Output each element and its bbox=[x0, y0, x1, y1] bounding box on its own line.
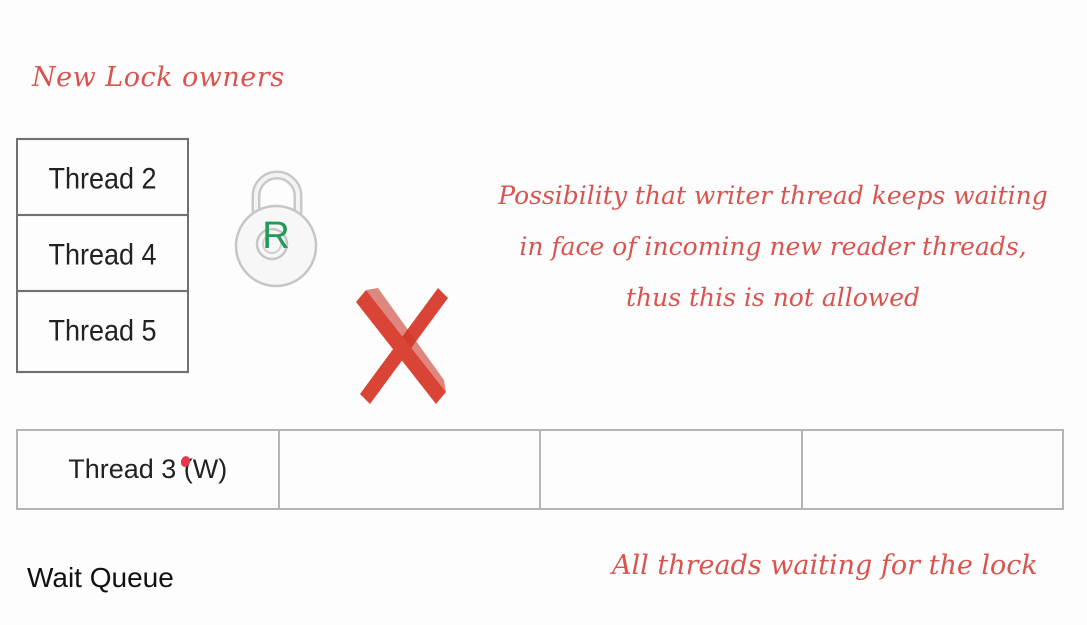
queue-slot bbox=[539, 431, 801, 508]
owner-thread-box: Thread 4 bbox=[16, 213, 189, 298]
wait-queue-label: Wait Queue bbox=[27, 562, 174, 593]
queue-slot bbox=[277, 431, 540, 508]
all-threads-waiting-caption: All threads waiting for the lock bbox=[612, 550, 1038, 581]
wait-queue: Thread 3 (W) bbox=[16, 429, 1064, 510]
cross-icon bbox=[356, 288, 448, 404]
writer-starvation-note: Possibility that writer thread keeps wai… bbox=[498, 181, 1048, 312]
owner-thread-box: Thread 5 bbox=[16, 289, 189, 374]
queue-slot-label: Thread 3 (W) bbox=[68, 454, 228, 484]
lock-mode-letter: R bbox=[262, 215, 289, 257]
new-lock-owners-title: New Lock owners bbox=[32, 62, 285, 93]
queue-slot bbox=[800, 431, 1063, 508]
lock-owners-stack: Thread 2 Thread 4 Thread 5 bbox=[16, 137, 189, 374]
queue-slot: Thread 3 (W) bbox=[18, 431, 278, 508]
padlock-icon: R bbox=[234, 170, 318, 288]
owner-thread-box: Thread 2 bbox=[16, 137, 189, 222]
